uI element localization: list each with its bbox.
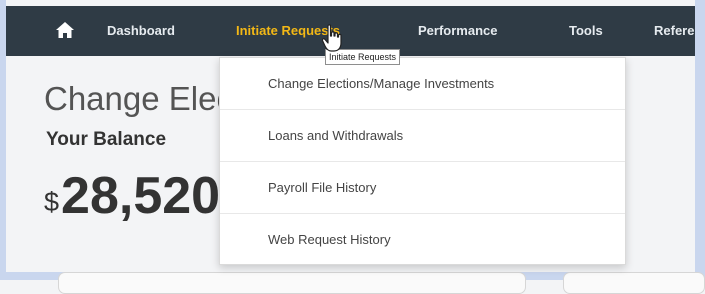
window-frame-right xyxy=(695,0,705,280)
hand-pointer-icon xyxy=(322,24,342,52)
menu-item-web-request-history[interactable]: Web Request History xyxy=(220,214,625,265)
nav-dashboard[interactable]: Dashboard xyxy=(107,23,175,38)
balance-label: Your Balance xyxy=(46,129,167,150)
menu-item-payroll-file-history[interactable]: Payroll File History xyxy=(220,162,625,214)
nav-performance[interactable]: Performance xyxy=(418,23,497,38)
nav-reference[interactable]: Refere xyxy=(654,23,694,38)
menu-item-change-elections[interactable]: Change Elections/Manage Investments xyxy=(220,58,625,110)
summary-card-left xyxy=(58,272,526,294)
home-icon[interactable] xyxy=(56,22,74,38)
initiate-requests-dropdown: Change Elections/Manage Investments Loan… xyxy=(219,57,626,265)
nav-tools[interactable]: Tools xyxy=(569,23,603,38)
currency-symbol: $ xyxy=(44,187,60,217)
summary-card-right xyxy=(563,272,705,294)
menu-item-loans-withdrawals[interactable]: Loans and Withdrawals xyxy=(220,110,625,162)
balance-whole: 28,520 xyxy=(61,167,221,225)
